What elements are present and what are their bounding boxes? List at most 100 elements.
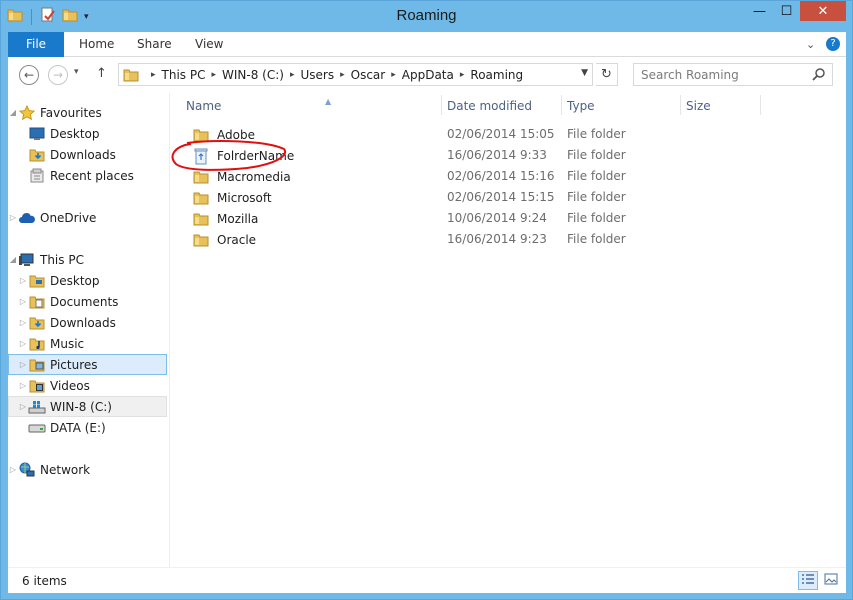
forward-button[interactable]: → <box>48 65 68 85</box>
nav-onedrive[interactable]: ▷ OneDrive <box>8 207 167 228</box>
refresh-button[interactable]: ↻ <box>596 63 618 86</box>
address-bar[interactable]: ▸ This PC ▸ WIN-8 (C:) ▸ Users ▸ Oscar ▸… <box>118 63 593 86</box>
folder-icon <box>193 211 211 227</box>
pictures-folder-icon <box>28 357 46 373</box>
nav-pc-downloads[interactable]: ▷ Downloads <box>8 312 167 333</box>
explorer-window: ▾ Roaming — ☐ ✕ File Home Share View ⌄ ?… <box>0 0 853 600</box>
nav-fav-downloads[interactable]: Downloads <box>8 144 167 165</box>
help-icon[interactable]: ? <box>826 37 840 51</box>
nav-pc-desktop[interactable]: ▷ Desktop <box>8 270 167 291</box>
nav-this-pc[interactable]: ◢ This PC <box>8 249 167 270</box>
nav-network[interactable]: ▷ Network <box>8 459 167 480</box>
file-row[interactable]: Mozilla 10/06/2014 9:24 File folder <box>181 208 841 229</box>
maximize-button[interactable]: ☐ <box>773 1 800 21</box>
collapse-chevron-icon[interactable]: ◢ <box>8 108 18 117</box>
file-date: 10/06/2014 9:24 <box>447 211 547 225</box>
nav-fav-desktop[interactable]: Desktop <box>8 123 167 144</box>
breadcrumb-chevron-icon[interactable]: ▸ <box>460 70 465 80</box>
file-type: File folder <box>567 211 626 225</box>
nav-pc-drive-c[interactable]: ▷ WIN-8 (C:) <box>8 396 167 417</box>
expand-chevron-icon[interactable]: ▷ <box>8 465 18 474</box>
address-history-chevron-icon[interactable]: ▼ <box>581 68 588 78</box>
expand-chevron-icon[interactable]: ▷ <box>18 339 28 348</box>
column-header-date[interactable]: Date modified <box>447 93 563 119</box>
file-row[interactable]: Oracle 16/06/2014 9:23 File folder <box>181 229 841 250</box>
breadcrumb-users[interactable]: Users <box>301 68 335 82</box>
minimize-button[interactable]: — <box>746 1 773 21</box>
expand-chevron-icon[interactable]: ▷ <box>18 297 28 306</box>
file-name-cell[interactable]: Mozilla <box>193 211 258 227</box>
nav-fav-recent[interactable]: Recent places <box>8 165 167 186</box>
breadcrumb-chevron-icon[interactable]: ▸ <box>151 70 156 80</box>
file-name: Macromedia <box>217 170 291 184</box>
file-name-cell[interactable]: Adobe <box>193 127 255 143</box>
large-icons-view-button[interactable] <box>821 571 841 590</box>
up-button[interactable]: ↑ <box>96 66 107 81</box>
breadcrumb-oscar[interactable]: Oscar <box>351 68 386 82</box>
nav-label: WIN-8 (C:) <box>50 399 112 414</box>
tab-file[interactable]: File <box>8 32 64 57</box>
file-name-cell[interactable]: Microsoft <box>193 190 272 206</box>
expand-chevron-icon[interactable]: ▷ <box>18 381 28 390</box>
column-header-type[interactable]: Type <box>567 93 677 119</box>
column-label: Name <box>186 99 222 113</box>
tab-share[interactable]: Share <box>137 32 172 57</box>
file-row[interactable]: Microsoft 02/06/2014 15:15 File folder <box>181 187 841 208</box>
file-list[interactable]: ▲ Name Date modified Type Size Adobe 02/0… <box>171 93 846 567</box>
file-row[interactable]: Adobe 02/06/2014 15:05 File folder <box>181 124 841 145</box>
breadcrumb-appdata[interactable]: AppData <box>402 68 454 82</box>
back-button[interactable]: ← <box>19 65 39 85</box>
nav-favourites[interactable]: ◢ Favourites <box>8 102 167 123</box>
title-bar[interactable]: ▾ Roaming — ☐ ✕ <box>1 1 852 32</box>
expand-chevron-icon[interactable]: ▷ <box>8 213 18 222</box>
breadcrumb-chevron-icon[interactable]: ▸ <box>211 70 216 80</box>
details-view-button[interactable] <box>798 571 818 590</box>
tab-home[interactable]: Home <box>79 32 114 57</box>
item-count: 6 items <box>22 574 67 588</box>
breadcrumb-this-pc[interactable]: This PC <box>162 68 206 82</box>
breadcrumb-roaming[interactable]: Roaming <box>470 68 523 82</box>
file-name-cell[interactable]: Macromedia <box>193 169 291 185</box>
file-name-cell[interactable]: Oracle <box>193 232 256 248</box>
expand-chevron-icon[interactable]: ▷ <box>18 276 28 285</box>
column-divider[interactable] <box>441 95 442 115</box>
expand-chevron-icon[interactable]: ▷ <box>18 360 28 369</box>
window-title: Roaming <box>396 7 457 24</box>
hard-drive-icon <box>28 420 46 436</box>
column-header-name[interactable]: ▲ Name <box>186 93 442 119</box>
folder-icon <box>193 169 211 185</box>
tab-view[interactable]: View <box>195 32 223 57</box>
file-date: 02/06/2014 15:05 <box>447 127 555 141</box>
expand-ribbon-icon[interactable]: ⌄ <box>806 38 815 51</box>
nav-pc-pictures[interactable]: ▷ Pictures <box>8 354 167 375</box>
file-row[interactable]: FolrderName 16/06/2014 9:33 File folder <box>181 145 841 166</box>
column-divider[interactable] <box>561 95 562 115</box>
expand-chevron-icon[interactable]: ▷ <box>18 402 28 411</box>
recent-locations-chevron-icon[interactable]: ▾ <box>74 67 79 77</box>
recent-places-icon <box>28 168 46 184</box>
nav-label: Music <box>50 336 85 351</box>
navigation-pane[interactable]: ◢ Favourites Desktop Downloads Recent pl… <box>8 93 167 567</box>
column-divider[interactable] <box>680 95 681 115</box>
pane-splitter[interactable] <box>169 93 170 567</box>
nav-pc-music[interactable]: ▷ Music <box>8 333 167 354</box>
nav-pc-videos[interactable]: ▷ Videos <box>8 375 167 396</box>
close-button[interactable]: ✕ <box>800 1 846 21</box>
file-name-cell[interactable]: FolrderName <box>193 148 294 165</box>
expand-chevron-icon[interactable]: ▷ <box>18 318 28 327</box>
search-input[interactable]: Search Roaming <box>633 63 833 86</box>
breadcrumb-chevron-icon[interactable]: ▸ <box>290 70 295 80</box>
breadcrumb-chevron-icon[interactable]: ▸ <box>340 70 345 80</box>
main-area: ◢ Favourites Desktop Downloads Recent pl… <box>8 93 846 567</box>
column-divider[interactable] <box>760 95 761 115</box>
breadcrumb-drive[interactable]: WIN-8 (C:) <box>222 68 284 82</box>
nav-pc-drive-e[interactable]: DATA (E:) <box>8 417 167 438</box>
folder-icon <box>193 190 211 206</box>
file-row[interactable]: Macromedia 02/06/2014 15:16 File folder <box>181 166 841 187</box>
breadcrumb-chevron-icon[interactable]: ▸ <box>391 70 396 80</box>
file-date: 02/06/2014 15:16 <box>447 169 555 183</box>
collapse-chevron-icon[interactable]: ◢ <box>8 255 18 264</box>
column-header-size[interactable]: Size <box>686 93 756 119</box>
search-icon <box>812 67 826 84</box>
nav-pc-documents[interactable]: ▷ Documents <box>8 291 167 312</box>
